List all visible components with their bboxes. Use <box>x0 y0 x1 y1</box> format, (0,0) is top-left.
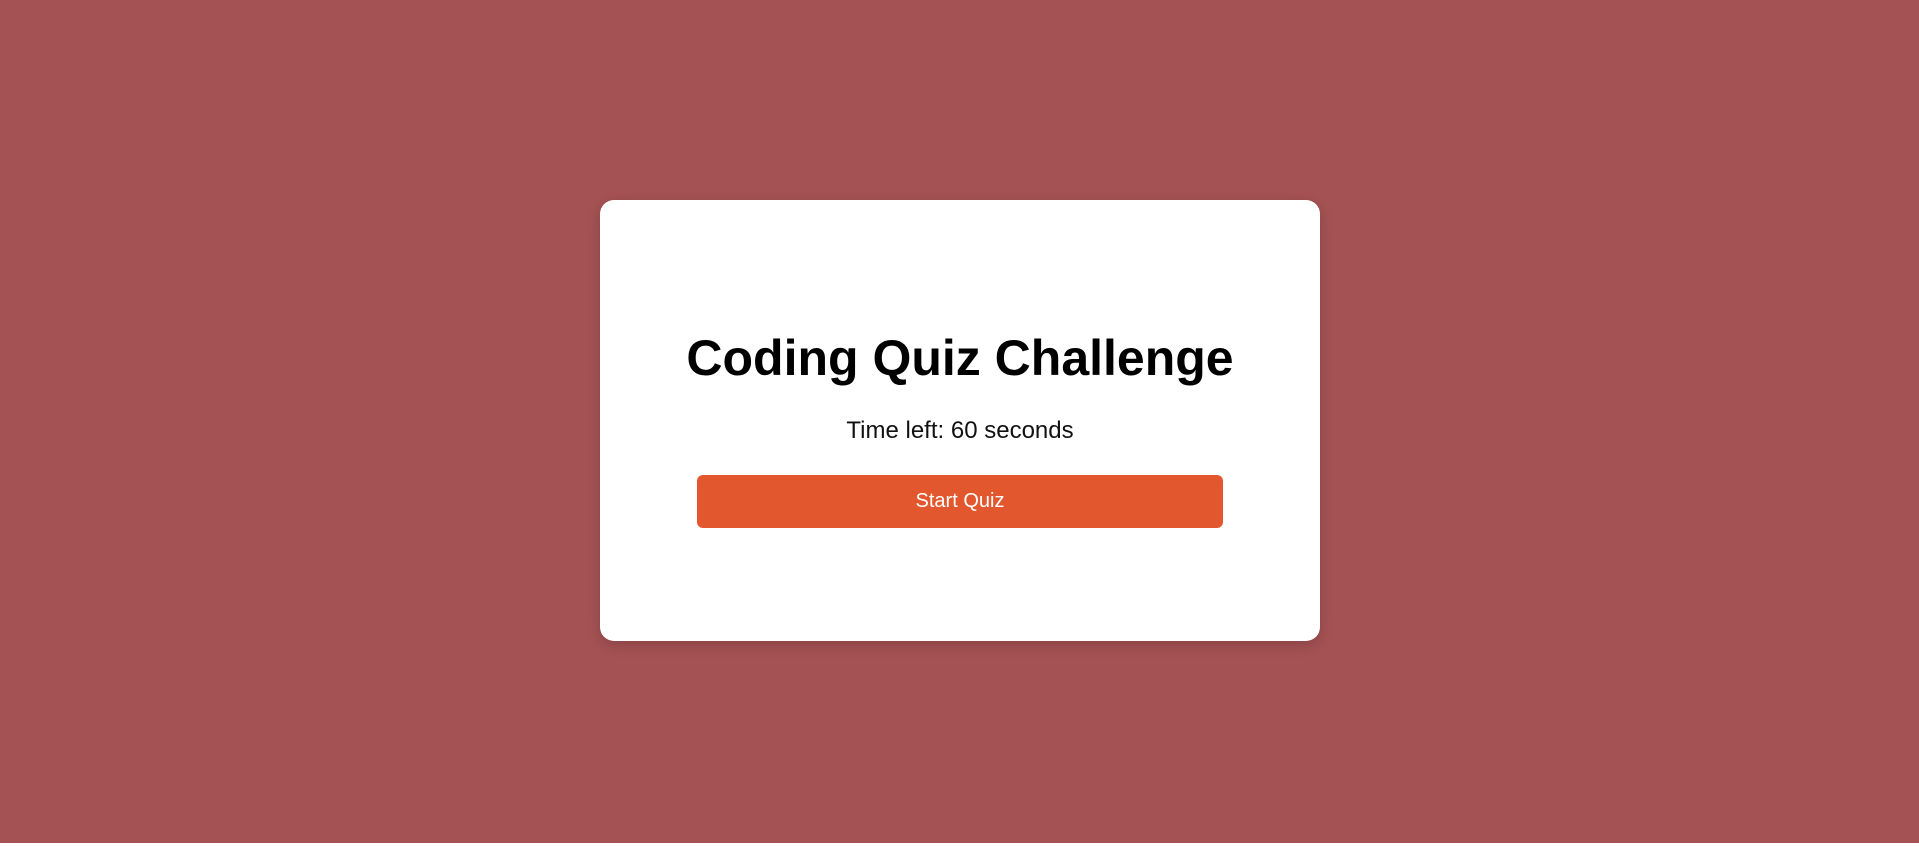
quiz-title: Coding Quiz Challenge <box>686 330 1234 386</box>
start-quiz-button[interactable]: Start Quiz <box>697 475 1223 528</box>
page-background: Coding Quiz Challenge Time left: 60 seco… <box>0 0 1919 843</box>
timer-text: Time left: 60 seconds <box>846 417 1074 444</box>
quiz-card: Coding Quiz Challenge Time left: 60 seco… <box>600 200 1320 641</box>
